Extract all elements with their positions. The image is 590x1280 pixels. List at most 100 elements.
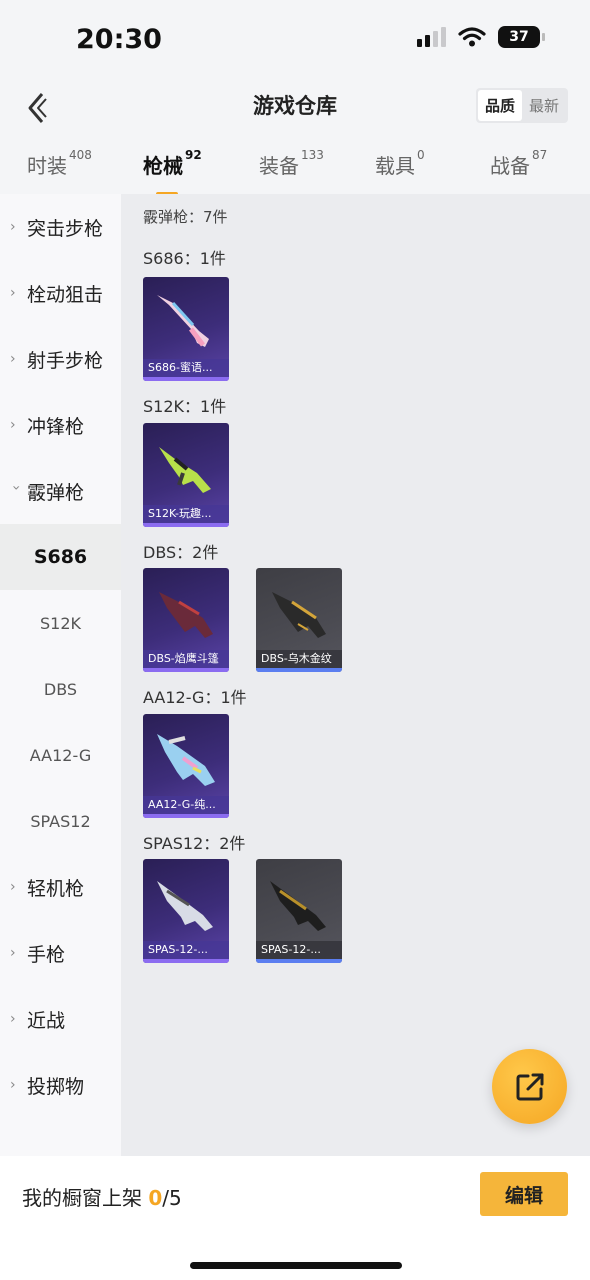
tab-count: 92	[185, 148, 202, 162]
category-summary: 霰弹枪：7件	[143, 208, 228, 226]
tab-label: 时装	[27, 154, 67, 178]
header: 游戏仓库 品质 最新	[0, 80, 590, 130]
tab-label: 战备	[490, 154, 530, 178]
external-link-icon	[516, 1073, 543, 1100]
shotgun-icon	[157, 881, 213, 931]
sidebar-sub-s686[interactable]: S686	[0, 524, 121, 590]
rarity-bar	[143, 959, 229, 963]
status-icons: 37	[417, 26, 545, 48]
sidebar-item-label: 突击步枪	[27, 217, 104, 240]
group-title: SPAS12：2件	[143, 834, 246, 853]
group-title: S12K：1件	[143, 397, 227, 416]
sidebar-item-label: 冲锋枪	[27, 415, 85, 438]
rarity-bar	[143, 377, 229, 381]
weapon-name: DBS-焰鹰斗篷	[143, 650, 229, 668]
wifi-icon	[458, 27, 486, 47]
sidebar-sub-dbs[interactable]: DBS	[0, 656, 121, 722]
shotgun-icon	[270, 881, 326, 931]
weapon-card[interactable]: S686-蜜语...	[143, 277, 229, 381]
tab-count: 408	[69, 148, 92, 162]
chevron-right-icon: ›	[10, 1077, 16, 1093]
showcase-current-count: 0	[148, 1186, 163, 1210]
sidebar-item-label: 栓动狙击	[27, 283, 104, 306]
sidebar-item-label: 近战	[27, 1009, 66, 1032]
weapon-card[interactable]: DBS-乌木金纹	[256, 568, 342, 672]
chevron-right-icon: ›	[10, 879, 16, 895]
tab-battle-prep[interactable]: 战备 87	[490, 148, 548, 179]
group-title: S686：1件	[143, 249, 226, 268]
sidebar-item-label: 霰弹枪	[27, 481, 85, 504]
chevron-right-icon: ›	[10, 417, 16, 433]
showcase-total-count: /5	[162, 1186, 182, 1210]
sidebar-item-pistol[interactable]: › 手枪	[0, 920, 121, 986]
edit-button[interactable]: 编辑	[480, 1172, 568, 1216]
rarity-bar	[256, 668, 342, 672]
rarity-bar	[143, 814, 229, 818]
weapon-name: S686-蜜语...	[143, 359, 229, 377]
battery-icon: 37	[498, 26, 545, 48]
chevron-right-icon: ›	[10, 351, 16, 367]
rarity-bar	[143, 668, 229, 672]
sidebar-sub-spas12[interactable]: SPAS12	[0, 788, 121, 854]
sidebar-item-label: 投掷物	[27, 1075, 85, 1098]
chevron-right-icon: ›	[10, 285, 16, 301]
weapon-card[interactable]: DBS-焰鹰斗篷	[143, 568, 229, 672]
shotgun-icon	[157, 734, 215, 786]
sidebar-item-label: 射手步枪	[27, 349, 104, 372]
sidebar-item-marksman-rifle[interactable]: › 射手步枪	[0, 326, 121, 392]
chevron-right-icon: ›	[10, 219, 16, 235]
status-bar: 20:30 37	[0, 0, 590, 80]
tab-equipment[interactable]: 装备 133	[259, 148, 324, 179]
weapon-card[interactable]: S12K-玩趣...	[143, 423, 229, 527]
sidebar-item-assault-rifle[interactable]: › 突击步枪	[0, 194, 121, 260]
rarity-bar	[256, 959, 342, 963]
share-button[interactable]	[492, 1049, 567, 1124]
weapon-card[interactable]: AA12-G-纯...	[143, 714, 229, 818]
rarity-bar	[143, 523, 229, 527]
shotgun-icon	[272, 592, 326, 638]
sidebar-item-label: 手枪	[27, 943, 66, 966]
weapon-name: S12K-玩趣...	[143, 505, 229, 523]
shotgun-icon	[159, 447, 211, 493]
sidebar-item-smg[interactable]: › 冲锋枪	[0, 392, 121, 458]
weapon-name: SPAS-12-...	[143, 941, 229, 959]
chevron-down-icon: ›	[8, 485, 24, 491]
sort-quality-button[interactable]: 品质	[477, 90, 522, 121]
tab-label: 装备	[259, 154, 299, 178]
tab-count: 0	[417, 148, 425, 162]
sidebar-item-melee[interactable]: › 近战	[0, 986, 121, 1052]
tab-fashion[interactable]: 时装 408	[27, 148, 92, 179]
sidebar-item-throwable[interactable]: › 投掷物	[0, 1052, 121, 1118]
weapon-name: SPAS-12-...	[256, 941, 342, 959]
chevron-right-icon: ›	[10, 1011, 16, 1027]
weapon-name: DBS-乌木金纹	[256, 650, 342, 668]
tab-count: 87	[532, 148, 548, 162]
sort-newest-button[interactable]: 最新	[522, 90, 566, 121]
sidebar-item-shotgun[interactable]: › 霰弹枪	[0, 458, 121, 524]
group-title: AA12-G：1件	[143, 688, 247, 707]
tab-vehicles[interactable]: 载具 0	[375, 148, 425, 179]
tab-label: 载具	[375, 154, 415, 178]
shotgun-icon	[157, 295, 209, 347]
tab-guns[interactable]: 枪械 92	[143, 148, 202, 196]
status-time: 20:30	[76, 24, 162, 55]
weapon-card[interactable]: SPAS-12-...	[143, 859, 229, 963]
sidebar-item-bolt-sniper[interactable]: › 栓动狙击	[0, 260, 121, 326]
weapon-name: AA12-G-纯...	[143, 796, 229, 814]
chevron-right-icon: ›	[10, 945, 16, 961]
cellular-signal-icon	[417, 27, 446, 47]
sidebar-sub-aa12g[interactable]: AA12-G	[0, 722, 121, 788]
weapon-list: 霰弹枪：7件 S686：1件 S686-蜜语... S12K：1件 S12K-玩…	[121, 194, 590, 1156]
category-tabs: 时装 408 枪械 92 装备 133 载具 0 战备 87	[0, 140, 590, 196]
sidebar-sub-s12k[interactable]: S12K	[0, 590, 121, 656]
showcase-status: 我的橱窗上架 0/5	[22, 1182, 182, 1211]
sidebar-item-lmg[interactable]: › 轻机枪	[0, 854, 121, 920]
home-indicator	[190, 1262, 402, 1269]
weapon-card[interactable]: SPAS-12-...	[256, 859, 342, 963]
shotgun-icon	[159, 592, 213, 638]
sidebar-item-label: 轻机枪	[27, 877, 85, 900]
tab-label: 枪械	[143, 154, 183, 178]
tab-count: 133	[301, 148, 324, 162]
sort-toggle: 品质 最新	[475, 88, 568, 123]
showcase-label: 我的橱窗上架	[22, 1186, 142, 1210]
